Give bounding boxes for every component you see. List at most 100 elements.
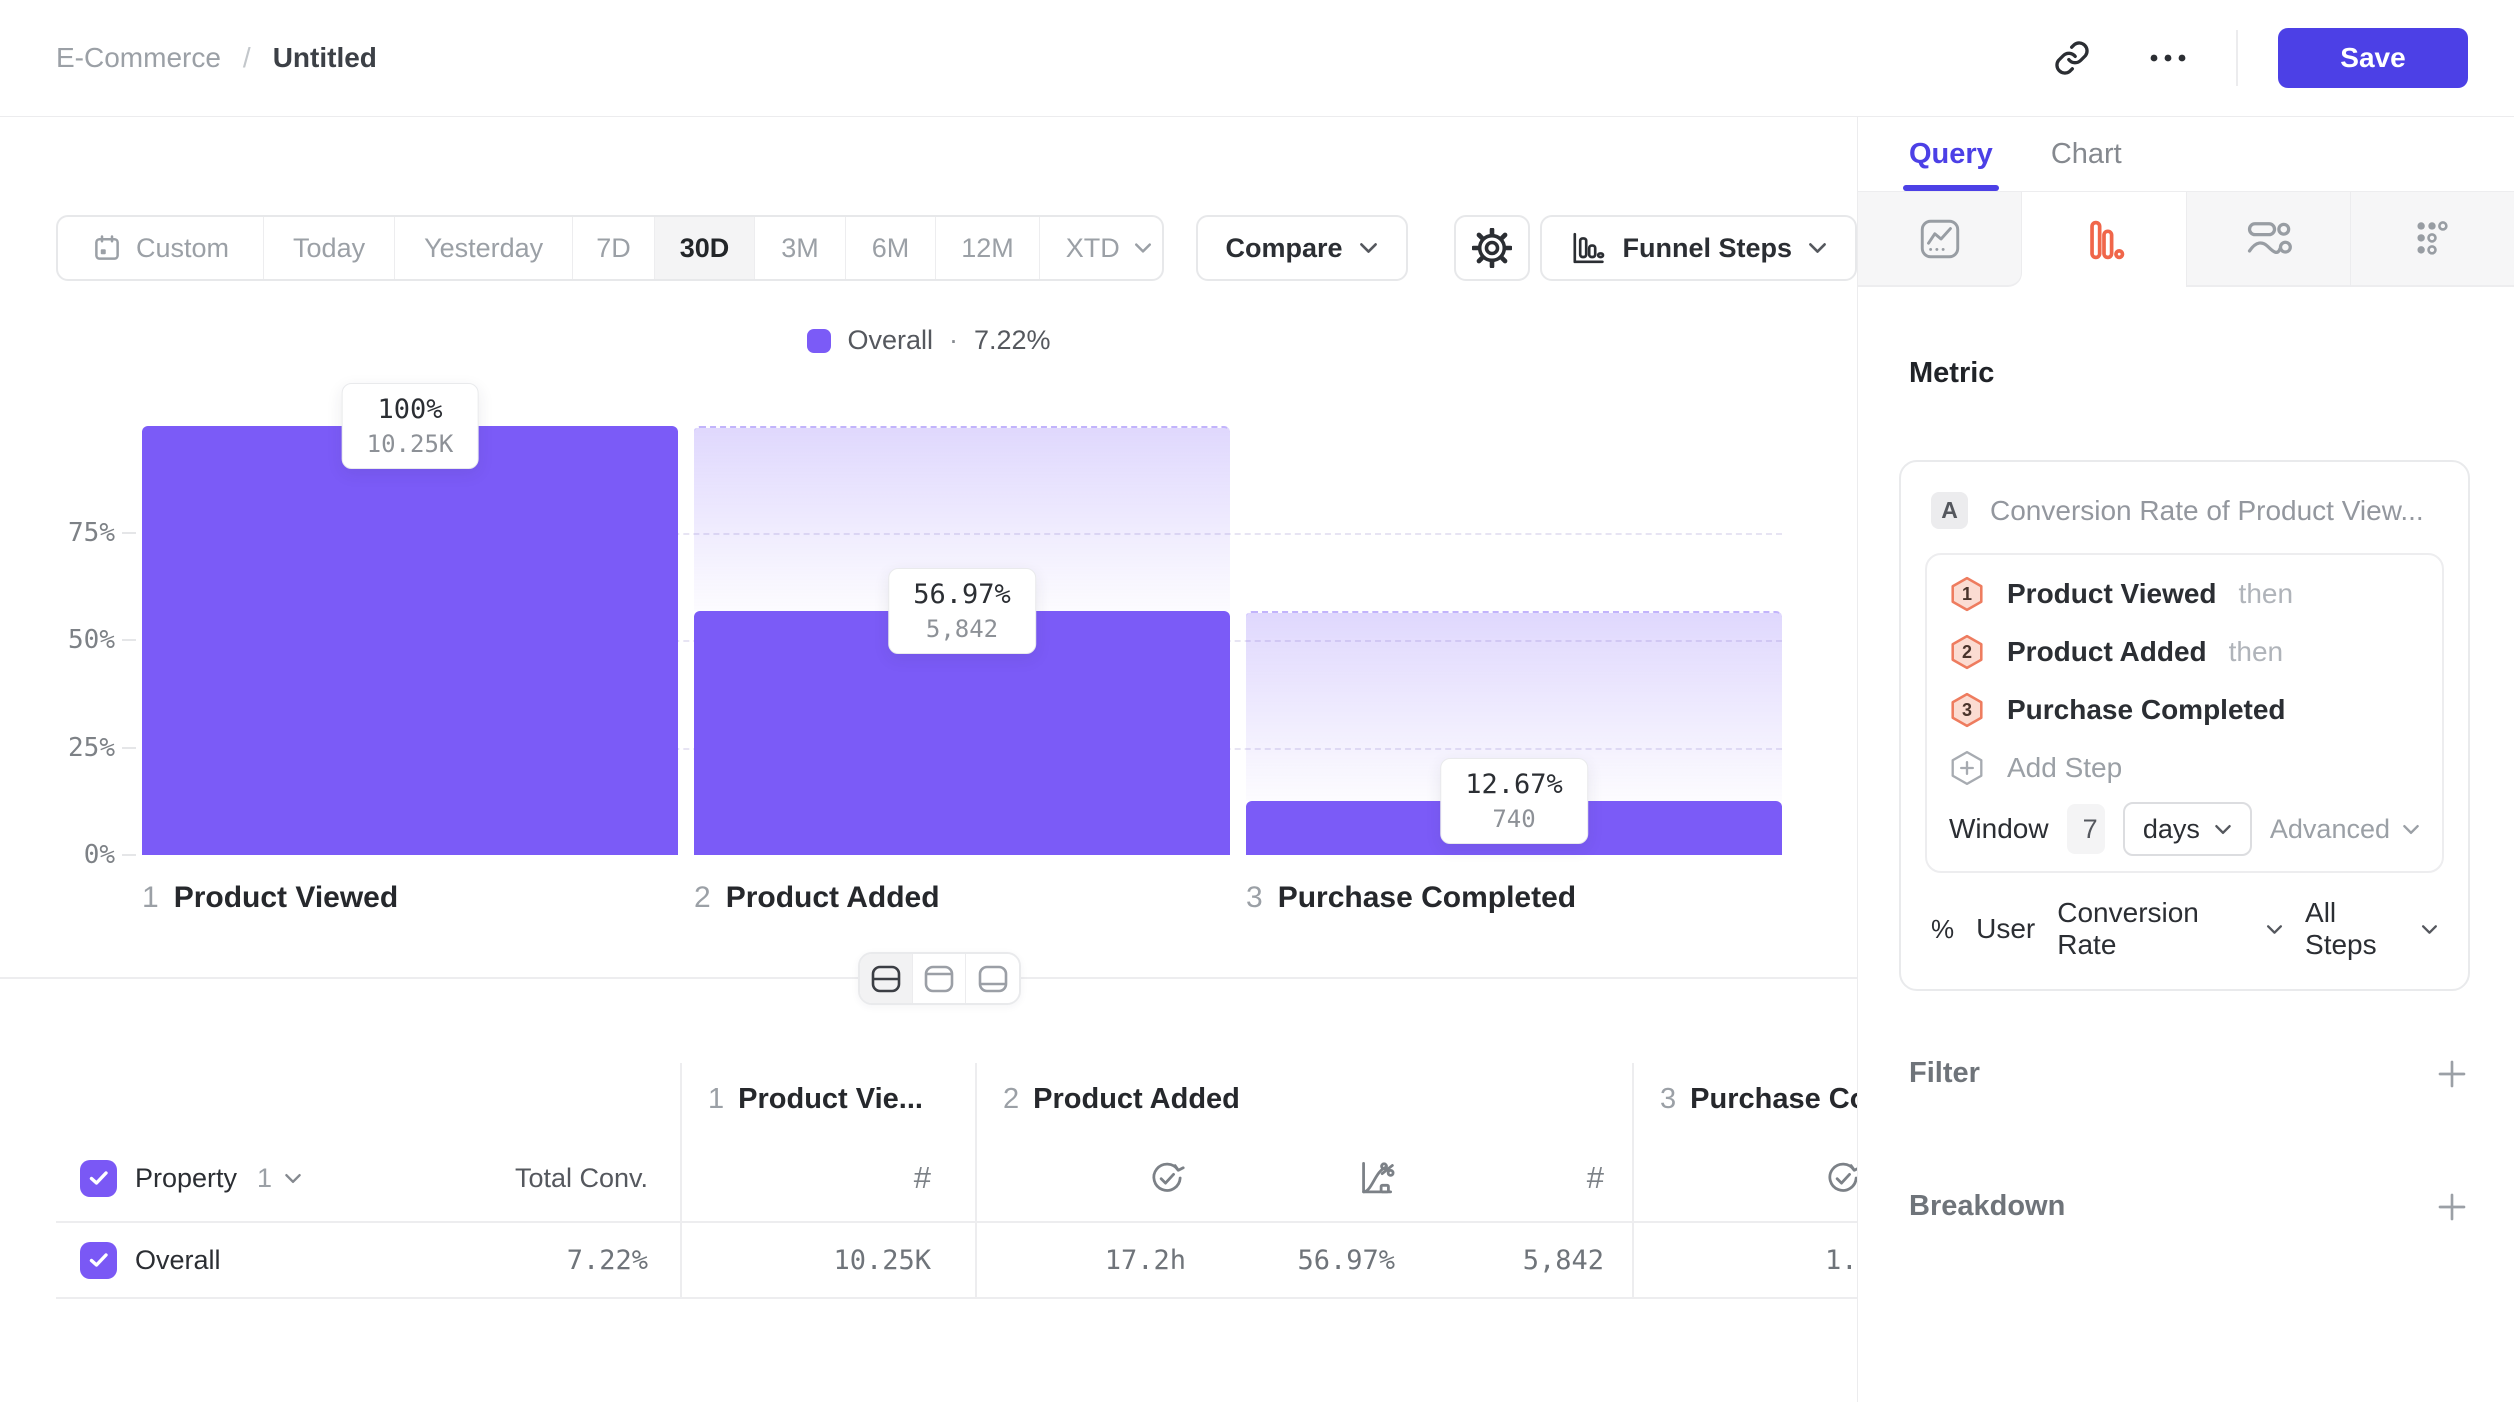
y-axis-tick xyxy=(122,639,136,641)
total-conv-header: Total Conv. xyxy=(515,1163,648,1194)
measured-scope-label: All Steps xyxy=(2305,897,2409,961)
row-step2-cells: 17.2h 56.97% 5,842 xyxy=(975,1223,1632,1297)
conversion-window-row: Window 7 days Advanced xyxy=(1949,797,2420,861)
time-to-convert-icon xyxy=(1148,1159,1186,1197)
column-step-name: Product Vie... xyxy=(738,1083,923,1116)
breadcrumb-project[interactable]: E-Commerce xyxy=(56,42,221,74)
calendar-icon xyxy=(92,233,122,263)
select-all-checkbox[interactable] xyxy=(80,1160,117,1197)
range-xtd-label: XTD xyxy=(1066,233,1120,264)
metric-badge: A xyxy=(1931,492,1968,529)
chart-type-flow[interactable] xyxy=(2187,192,2351,287)
chart-type-grid[interactable] xyxy=(2351,192,2514,287)
tab-query[interactable]: Query xyxy=(1909,138,1993,191)
pane-layout-toggle-group xyxy=(858,952,1021,1005)
range-12m[interactable]: 12M xyxy=(936,217,1040,279)
range-3m[interactable]: 3M xyxy=(755,217,846,279)
window-unit-select[interactable]: days xyxy=(2123,802,2252,856)
chevron-down-icon xyxy=(2214,824,2232,835)
step-number: 2 xyxy=(694,881,711,915)
funnel-count: 5,842 xyxy=(913,615,1011,643)
chart-legend: Overall · 7.22% xyxy=(56,325,1802,356)
row-step3-time-cell: 1.9D xyxy=(1632,1223,1857,1297)
conversion-rate-icon xyxy=(1357,1159,1395,1197)
measured-scope-select[interactable]: All Steps xyxy=(2305,897,2438,961)
step-event-name: Product Viewed xyxy=(2007,578,2217,610)
chevron-down-icon xyxy=(1134,242,1152,254)
funnel-step-column-2: 56.97% 5,842 xyxy=(694,426,1230,855)
advanced-toggle[interactable]: Advanced xyxy=(2270,814,2420,845)
results-table: Property 1 Total Conv. 1 Product Vie... … xyxy=(56,1063,1857,1299)
measured-metric-select[interactable]: Conversion Rate xyxy=(2057,897,2283,961)
funnel-value-card: 12.67% 740 xyxy=(1440,758,1588,844)
topbar-divider xyxy=(2236,30,2238,86)
measured-entity: User xyxy=(1976,913,2035,945)
metric-header[interactable]: A Conversion Rate of Product View... xyxy=(1925,486,2444,529)
range-6m[interactable]: 6M xyxy=(846,217,937,279)
add-breakdown-button[interactable] xyxy=(2436,1191,2468,1223)
plus-icon xyxy=(2436,1058,2468,1090)
funnel-percent: 12.67% xyxy=(1465,769,1563,800)
more-menu-button[interactable] xyxy=(2140,30,2196,86)
funnel-bar-solid[interactable] xyxy=(142,426,678,855)
add-step-row[interactable]: Add Step xyxy=(1949,739,2420,797)
layout-table-only-button[interactable] xyxy=(966,954,1019,1003)
x-axis-labels: 1 Product Viewed 2 Product Added 3 Purch… xyxy=(142,881,1782,923)
chart-settings-button[interactable] xyxy=(1454,215,1531,281)
window-value-input[interactable]: 7 xyxy=(2067,804,2105,854)
y-axis-tick-label: 0% xyxy=(84,840,115,870)
check-icon xyxy=(89,1252,109,1268)
breadcrumb-title[interactable]: Untitled xyxy=(273,42,377,74)
range-30d[interactable]: 30D xyxy=(655,217,756,279)
save-button[interactable]: Save xyxy=(2278,28,2468,88)
funnel-step-row-2[interactable]: 2 Product Added then xyxy=(1949,623,2420,681)
layout-chart-only-button[interactable] xyxy=(913,954,966,1003)
funnel-count: 740 xyxy=(1465,805,1563,833)
funnel-step-column-1: 100% 10.25K xyxy=(142,426,678,855)
line-chart-icon xyxy=(1916,215,1964,263)
row-step1-count-cell: 10.25K xyxy=(680,1223,975,1297)
range-7d[interactable]: 7D xyxy=(573,217,655,279)
range-today[interactable]: Today xyxy=(264,217,395,279)
table-row[interactable]: Overall 7.22% 10.25K 17.2h 56.97% 5,842 … xyxy=(56,1221,1857,1299)
breakdown-section: Breakdown xyxy=(1909,1190,2468,1223)
results-table-header: Property 1 Total Conv. 1 Product Vie... … xyxy=(56,1063,1857,1221)
funnel-chart-icon xyxy=(2079,215,2129,265)
column-step-name: Product Added xyxy=(1033,1083,1240,1116)
chart-type-line[interactable] xyxy=(1858,192,2022,287)
share-link-button[interactable] xyxy=(2044,30,2100,86)
filter-section-title: Filter xyxy=(1909,1057,1980,1090)
range-custom[interactable]: Custom xyxy=(58,217,264,279)
row-checkbox[interactable] xyxy=(80,1242,117,1279)
add-step-label: Add Step xyxy=(2007,752,2122,784)
funnel-step-row-1[interactable]: 1 Product Viewed then xyxy=(1949,565,2420,623)
breadcrumb-separator: / xyxy=(243,42,251,74)
range-xtd[interactable]: XTD xyxy=(1040,217,1164,279)
chart-type-funnel[interactable] xyxy=(2022,192,2186,287)
funnel-columns: 100% 10.25K 56.97% 5,842 xyxy=(142,426,1782,855)
step-event-name: Product Added xyxy=(2007,636,2207,668)
compare-button[interactable]: Compare xyxy=(1196,215,1408,281)
count-icon: # xyxy=(1587,1160,1604,1196)
cell-value: 1.9D xyxy=(1825,1245,1857,1276)
legend-item-overall[interactable]: Overall · 7.22% xyxy=(807,325,1050,356)
ellipsis-icon xyxy=(2148,52,2188,64)
chevron-down-icon xyxy=(1808,242,1827,254)
layout-split-button[interactable] xyxy=(860,954,913,1003)
cell-value: 56.97% xyxy=(1297,1245,1395,1276)
funnel-step-row-3[interactable]: 3 Purchase Completed xyxy=(1949,681,2420,739)
funnel-chart: 75% 50% 25% 0% 100% 10.25 xyxy=(142,426,1782,855)
y-axis-tick xyxy=(122,854,136,856)
x-label-step-2: 2 Product Added xyxy=(694,881,940,915)
tab-chart[interactable]: Chart xyxy=(2051,138,2122,191)
main-layout: Custom Today Yesterday 7D 30D 3M 6M 12M … xyxy=(0,117,2514,1402)
step-2-column-group: 2 Product Added # xyxy=(975,1063,1632,1221)
add-filter-button[interactable] xyxy=(2436,1058,2468,1090)
property-header-cell: Property 1 Total Conv. xyxy=(56,1135,680,1221)
view-type-button[interactable]: Funnel Steps xyxy=(1540,215,1857,281)
property-selector[interactable]: Property 1 xyxy=(135,1163,302,1194)
range-yesterday[interactable]: Yesterday xyxy=(395,217,573,279)
time-to-convert-icon xyxy=(1824,1159,1857,1197)
funnel-steps-icon xyxy=(1570,230,1606,266)
query-panel: Query Chart xyxy=(1857,117,2514,1402)
